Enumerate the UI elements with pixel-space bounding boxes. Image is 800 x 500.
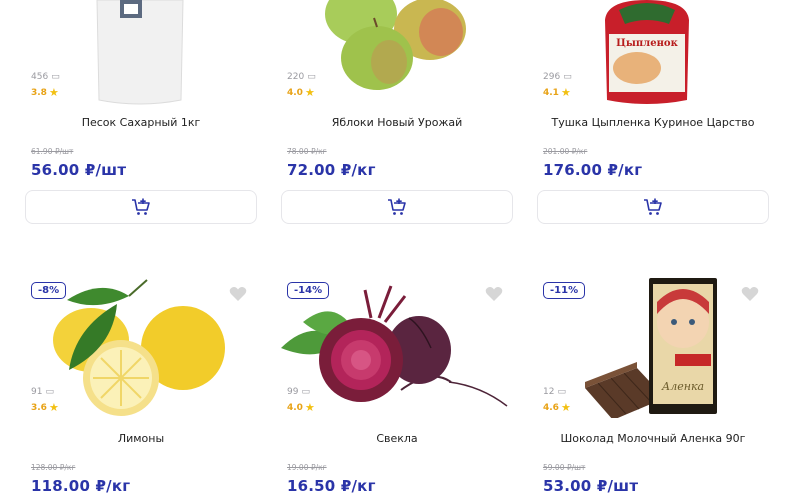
favorite-icon[interactable] xyxy=(741,286,759,302)
product-image[interactable] xyxy=(281,0,513,120)
add-to-cart-icon xyxy=(644,198,662,215)
star-icon: ★ xyxy=(560,86,571,99)
comment-icon: ▭ xyxy=(45,387,54,397)
price: 176.00 ₽/кг xyxy=(543,161,643,179)
add-to-cart-button[interactable] xyxy=(25,190,257,224)
product-title[interactable]: Шоколад Молочный Аленка 90г xyxy=(537,432,769,445)
add-to-cart-button[interactable] xyxy=(281,190,513,224)
star-icon: ★ xyxy=(48,86,59,99)
rating: 3.6 ★ xyxy=(31,401,59,414)
price: 72.00 ₽/кг xyxy=(287,161,376,179)
comment-icon: ▭ xyxy=(51,72,60,82)
discount-badge: -14% xyxy=(287,282,330,299)
product-image[interactable]: Цыпленок xyxy=(537,0,769,120)
old-price: 128.00 ₽/кг xyxy=(31,463,76,472)
reviews-count: 12 ▭ xyxy=(543,387,566,397)
rating: 4.0 ★ xyxy=(287,401,315,414)
product-card[interactable]: Цыпленок 296 ▭ 4.1 ★ Тушка Цыпленка Курин… xyxy=(537,0,769,230)
product-image[interactable] xyxy=(25,0,257,120)
product-title[interactable]: Свекла xyxy=(281,432,513,445)
product-card[interactable]: 456 ▭ 3.8 ★ Песок Сахарный 1кг 61.90 ₽/шт… xyxy=(25,0,257,230)
price: 56.00 ₽/шт xyxy=(31,161,127,179)
star-icon: ★ xyxy=(560,401,571,414)
product-card[interactable]: -11% Аленка 12 ▭ 4.6 ★ Шоколад Молочный … xyxy=(537,278,769,500)
rating: 4.6 ★ xyxy=(543,401,571,414)
product-title[interactable]: Яблоки Новый Урожай xyxy=(281,116,513,129)
chocolate-brand-text: Аленка xyxy=(661,380,704,393)
product-title[interactable]: Тушка Цыпленка Куриное Царство xyxy=(537,116,769,129)
old-price: 201.00 ₽/кг xyxy=(543,147,588,156)
discount-badge: -11% xyxy=(543,282,586,299)
product-card[interactable]: -14% 99 ▭ 4.0 ★ Свекла 19.00 ₽/кг 16.50 … xyxy=(281,278,513,500)
favorite-icon[interactable] xyxy=(229,286,247,302)
old-price: 78.00 ₽/кг xyxy=(287,147,327,156)
comment-icon: ▭ xyxy=(557,387,566,397)
star-icon: ★ xyxy=(304,86,315,99)
reviews-count: 99 ▭ xyxy=(287,387,310,397)
favorite-icon[interactable] xyxy=(485,286,503,302)
comment-icon: ▭ xyxy=(307,72,316,82)
product-card[interactable]: 220 ▭ 4.0 ★ Яблоки Новый Урожай 78.00 ₽/к… xyxy=(281,0,513,230)
old-price: 59.00 ₽/шт xyxy=(543,463,586,472)
product-title[interactable]: Песок Сахарный 1кг xyxy=(25,116,257,129)
reviews-count: 296 ▭ xyxy=(543,72,572,82)
price: 118.00 ₽/кг xyxy=(31,477,131,495)
rating: 4.0 ★ xyxy=(287,86,315,99)
star-icon: ★ xyxy=(48,401,59,414)
reviews-count: 456 ▭ xyxy=(31,72,60,82)
add-to-cart-icon xyxy=(388,198,406,215)
reviews-count: 91 ▭ xyxy=(31,387,54,397)
reviews-count: 220 ▭ xyxy=(287,72,316,82)
rating: 4.1 ★ xyxy=(543,86,571,99)
price: 53.00 ₽/шт xyxy=(543,477,639,495)
product-image[interactable] xyxy=(25,278,257,418)
product-grid: 456 ▭ 3.8 ★ Песок Сахарный 1кг 61.90 ₽/шт… xyxy=(0,0,800,500)
product-image[interactable]: Аленка xyxy=(537,278,769,420)
chicken-brand-text: Цыпленок xyxy=(616,38,678,49)
product-card[interactable]: -8% 91 ▭ 3.6 ★ Лимоны 128.00 ₽/кг 118.00… xyxy=(25,278,257,500)
discount-badge: -8% xyxy=(31,282,67,299)
comment-icon: ▭ xyxy=(301,387,310,397)
rating: 3.8 ★ xyxy=(31,86,59,99)
star-icon: ★ xyxy=(304,401,315,414)
old-price: 61.90 ₽/шт xyxy=(31,147,74,156)
product-title[interactable]: Лимоны xyxy=(25,432,257,445)
add-to-cart-icon xyxy=(132,198,150,215)
product-image[interactable] xyxy=(281,278,513,418)
add-to-cart-button[interactable] xyxy=(537,190,769,224)
old-price: 19.00 ₽/кг xyxy=(287,463,327,472)
price: 16.50 ₽/кг xyxy=(287,477,376,495)
comment-icon: ▭ xyxy=(563,72,572,82)
